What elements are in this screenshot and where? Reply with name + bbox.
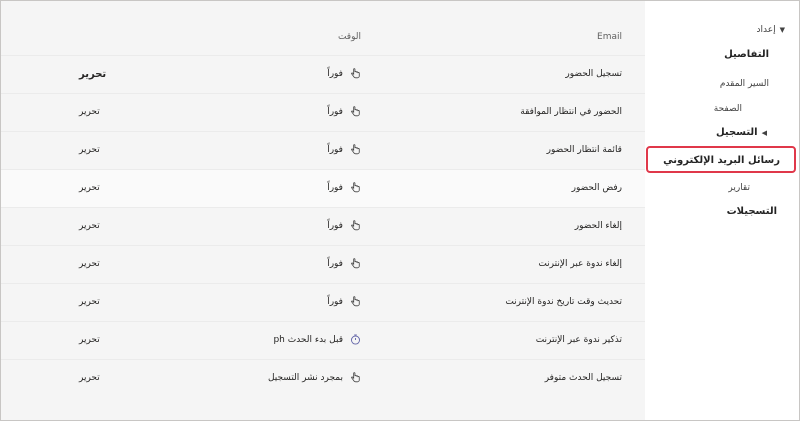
email-timing: فوراً xyxy=(327,106,361,117)
email-timing-text: فوراً xyxy=(327,258,343,269)
sidebar: إعداد ▼ التفاصيل السير المقدم الصفحة التس… xyxy=(645,1,799,420)
sidebar-item-label: رسائل البريد الإلكتروني xyxy=(663,155,780,166)
email-name: تسجيل الحضور xyxy=(565,69,622,79)
hand-icon xyxy=(350,296,361,307)
hand-icon xyxy=(350,68,361,79)
email-name: تذكير ندوة عبر الإنترنت xyxy=(535,335,622,345)
timer-icon xyxy=(350,334,361,345)
sidebar-item-page[interactable]: الصفحة xyxy=(714,104,742,114)
email-name: إلغاء الحضور xyxy=(574,221,622,231)
edit-button[interactable]: تحرير xyxy=(79,297,100,307)
edit-button[interactable]: تحرير xyxy=(79,183,100,193)
email-timing: ph قبل بدء الحدث xyxy=(273,334,361,345)
hand-icon xyxy=(350,372,361,383)
sidebar-item-registration[interactable]: التسجيل ◀ xyxy=(716,127,767,138)
email-timing-text: فوراً xyxy=(327,144,343,155)
edit-button[interactable]: تحرير xyxy=(79,259,100,269)
table-row: الحضور في انتظار الموافقة فوراً تحرير xyxy=(1,93,645,131)
table-row: قائمة انتظار الحضور فوراً تحرير xyxy=(1,131,645,169)
chevron-left-icon: ◀ xyxy=(761,129,767,137)
email-timing: فوراً xyxy=(327,182,361,193)
email-name: قائمة انتظار الحضور xyxy=(546,145,622,155)
table-row: تذكير ندوة عبر الإنترنت ph قبل بدء الحدث ت… xyxy=(1,321,645,359)
hand-icon xyxy=(350,182,361,193)
sidebar-item-emails[interactable]: رسائل البريد الإلكتروني xyxy=(646,146,796,173)
edit-button[interactable]: تحرير xyxy=(79,69,106,80)
email-timing-text: فوراً xyxy=(327,220,343,231)
sidebar-item-recordings[interactable]: التسجيلات xyxy=(727,206,777,217)
hand-icon xyxy=(350,144,361,155)
email-timing-text: فوراً xyxy=(327,296,343,307)
sidebar-item-details[interactable]: التفاصيل xyxy=(724,49,769,60)
email-timing: فوراً xyxy=(327,68,361,79)
email-timing: فوراً xyxy=(327,144,361,155)
email-timing-text: فوراً xyxy=(327,106,343,117)
table-row: رفض الحضور فوراً تحرير xyxy=(1,169,645,207)
sidebar-item-reports[interactable]: تقارير xyxy=(728,183,750,193)
email-timing: بمجرد نشر التسجيل xyxy=(268,372,361,383)
sidebar-item-label: التسجيل xyxy=(715,127,758,138)
email-name: تسجيل الحدث متوفر xyxy=(544,373,622,383)
hand-icon xyxy=(350,258,361,269)
column-header-time: الوقت xyxy=(337,32,361,42)
table-header: Email الوقت xyxy=(1,1,645,54)
email-name: رفض الحضور xyxy=(571,183,622,193)
sidebar-item-bio[interactable]: السير المقدم xyxy=(720,79,769,89)
sidebar-item-label: إعداد xyxy=(756,25,776,35)
edit-button[interactable]: تحرير xyxy=(79,335,100,345)
table-row: تحديث وقت تاريخ ندوة الإنترنت فوراً تحرير xyxy=(1,283,645,321)
edit-button[interactable]: تحرير xyxy=(79,373,100,383)
email-timing-text: ph قبل بدء الحدث xyxy=(273,334,343,345)
email-timing: فوراً xyxy=(327,220,361,231)
email-timing-text: بمجرد نشر التسجيل xyxy=(267,372,343,383)
email-name: الحضور في انتظار الموافقة xyxy=(520,107,622,117)
hand-icon xyxy=(350,220,361,231)
table-row: إلغاء الحضور فوراً تحرير xyxy=(1,207,645,245)
email-timing-text: فوراً xyxy=(327,182,343,193)
email-name: تحديث وقت تاريخ ندوة الإنترنت xyxy=(505,297,622,307)
table-row: إلغاء ندوة عبر الإنترنت فوراً تحرير xyxy=(1,245,645,283)
email-name: إلغاء ندوة عبر الإنترنت xyxy=(538,259,622,269)
sidebar-item-settings[interactable]: إعداد ▼ xyxy=(757,25,786,35)
column-header-email: Email xyxy=(597,32,622,42)
table-row: تسجيل الحدث متوفر بمجرد نشر التسجيل تحرير xyxy=(1,359,645,397)
email-timing-text: فوراً xyxy=(327,68,343,79)
edit-button[interactable]: تحرير xyxy=(79,107,100,117)
email-timing: فوراً xyxy=(327,296,361,307)
chevron-down-icon: ▼ xyxy=(779,26,785,34)
edit-button[interactable]: تحرير xyxy=(79,221,100,231)
emails-table: Email الوقت تسجيل الحضور فوراً تحرير الحضور… xyxy=(1,1,645,420)
edit-button[interactable]: تحرير xyxy=(79,145,100,155)
table-row: تسجيل الحضور فوراً تحرير xyxy=(1,55,645,93)
email-timing: فوراً xyxy=(327,258,361,269)
page: Email الوقت تسجيل الحضور فوراً تحرير الحضور… xyxy=(0,0,800,421)
hand-icon xyxy=(350,106,361,117)
